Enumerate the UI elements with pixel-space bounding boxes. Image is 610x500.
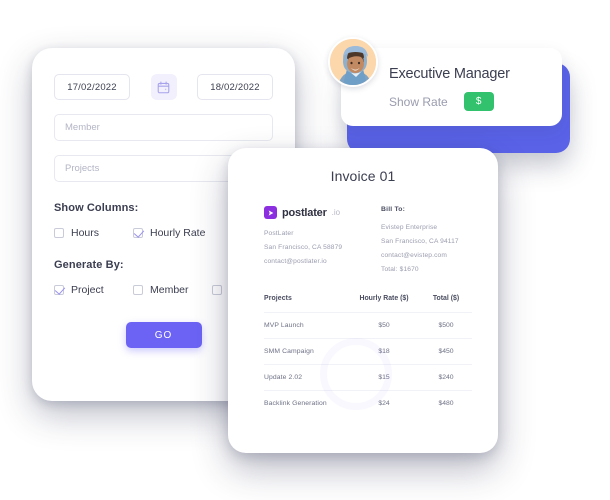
- column-header-projects: Projects: [264, 295, 292, 302]
- cell-project: Backlink Generation: [264, 400, 327, 407]
- show-rate-label: Show Rate: [389, 94, 448, 109]
- date-from-value: 17/02/2022: [67, 81, 117, 93]
- cell-project: SMM Campaign: [264, 348, 314, 355]
- brand-tld: .io: [331, 208, 341, 217]
- table-header-row: Projects Hourly Rate ($) Total ($): [264, 295, 472, 312]
- checkbox-hours-label: Hours: [71, 227, 100, 239]
- cell-total: $450: [438, 348, 454, 355]
- invoice-billto-block: Bill To: Evistep Enterprise San Francisc…: [381, 206, 472, 273]
- manager-card: Executive Manager Show Rate $: [328, 37, 562, 126]
- bill-to-line: San Francisco, CA 94117: [381, 238, 459, 245]
- column-header-total: Total ($): [432, 295, 460, 302]
- sender-line: PostLater: [264, 230, 294, 237]
- calendar-icon: [157, 81, 170, 93]
- member-input[interactable]: Member: [54, 114, 273, 141]
- table-row: Backlink Generation $24 $480: [264, 390, 472, 416]
- checkbox-hourly-rate-label: Hourly Rate: [150, 227, 206, 239]
- calendar-button[interactable]: [150, 74, 177, 100]
- table-row: MVP Launch $50 $500: [264, 312, 472, 338]
- invoice-sender-block: postlater .io PostLater San Francisco, C…: [264, 206, 355, 273]
- date-to-value: 18/02/2022: [210, 81, 260, 93]
- brand-logo: postlater .io: [264, 206, 355, 219]
- member-input-placeholder: Member: [65, 122, 100, 133]
- screenshot-canvas: 17/02/2022 18/02/2022 Member Projects Sh…: [0, 0, 610, 500]
- sender-line: San Francisco, CA 58879: [264, 244, 343, 251]
- table-row: SMM Campaign $18 $450: [264, 338, 472, 364]
- cell-total: $500: [438, 322, 454, 329]
- column-header-hourly-rate: Hourly Rate ($): [359, 295, 409, 302]
- avatar: [328, 37, 378, 87]
- checkbox-project-label: Project: [71, 284, 104, 296]
- show-rate-row: Show Rate $: [389, 92, 562, 111]
- invoice-address-block: postlater .io PostLater San Francisco, C…: [228, 184, 498, 273]
- go-button[interactable]: GO: [125, 322, 202, 348]
- bill-to-line: contact@evistep.com: [381, 252, 447, 259]
- cell-total: $240: [438, 374, 454, 381]
- bill-to-line: Evistep Enterprise: [381, 224, 438, 231]
- checkbox-hourly-rate[interactable]: Hourly Rate: [133, 227, 205, 239]
- send-icon-glyph: [268, 209, 273, 216]
- bill-to-heading: Bill To:: [381, 206, 406, 213]
- manager-card-stack: Executive Manager Show Rate $: [328, 37, 570, 153]
- cell-total: $480: [438, 400, 454, 407]
- manager-title: Executive Manager: [389, 66, 510, 82]
- checkbox-member-label: Member: [150, 284, 189, 296]
- brand-name: postlater: [282, 206, 327, 219]
- send-icon: [264, 206, 277, 219]
- table-row: Update 2.02 $15 $240: [264, 364, 472, 390]
- rate-toggle-button[interactable]: $: [463, 92, 494, 111]
- cell-rate: $24: [378, 400, 390, 407]
- cell-rate: $15: [378, 374, 390, 381]
- projects-input-placeholder: Projects: [65, 163, 100, 174]
- cell-rate: $18: [378, 348, 390, 355]
- checkbox-project-box[interactable]: [54, 285, 64, 295]
- checkbox-member-box[interactable]: [133, 285, 143, 295]
- checkbox-hours-box[interactable]: [54, 228, 64, 238]
- checkbox-hours[interactable]: Hours: [54, 227, 133, 239]
- avatar-image: [330, 39, 376, 85]
- date-range-row: 17/02/2022 18/02/2022: [54, 74, 273, 100]
- date-from-field[interactable]: 17/02/2022: [54, 74, 130, 100]
- invoice-title: Invoice 01: [330, 168, 396, 184]
- cell-rate: $50: [378, 322, 390, 329]
- checkbox-member[interactable]: Member: [133, 284, 212, 296]
- bill-to-total: Total: $1670: [381, 266, 419, 273]
- invoice-table: Projects Hourly Rate ($) Total ($) MVP L…: [264, 295, 472, 416]
- checkbox-third-option[interactable]: [212, 285, 222, 295]
- cell-project: Update 2.02: [264, 374, 303, 381]
- sender-line: contact@postlater.io: [264, 258, 327, 265]
- date-to-field[interactable]: 18/02/2022: [197, 74, 273, 100]
- cell-project: MVP Launch: [264, 322, 304, 329]
- checkbox-third-option-box[interactable]: [212, 285, 222, 295]
- checkbox-project[interactable]: Project: [54, 284, 133, 296]
- checkbox-hourly-rate-box[interactable]: [133, 228, 143, 238]
- invoice-card: Invoice 01 postlater .io PostLater San F…: [228, 148, 498, 453]
